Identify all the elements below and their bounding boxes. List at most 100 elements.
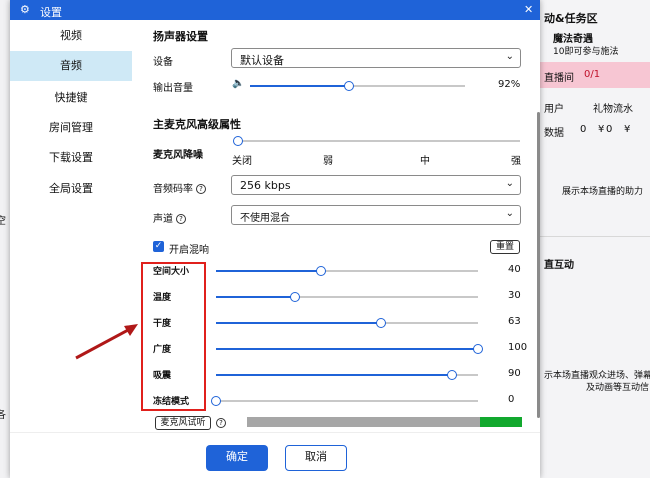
reverb-slider[interactable] [216,318,478,328]
channel-select[interactable]: 不使用混合 ⌄ [231,205,521,225]
bg-left-text: 空 [0,216,6,227]
bg-task-title: 动&任务区 [544,12,598,25]
reverb-slider[interactable] [216,292,478,302]
reverb-slider-value: 90 [508,368,521,379]
reverb-slider-thumb[interactable] [289,292,300,302]
reverb-slider-value: 100 [508,342,528,353]
reset-button[interactable]: 重置 [490,240,520,254]
noise-reduction-label: 麦克风降噪 [153,150,203,161]
bg-divider [540,236,650,237]
chevron-down-icon: ⌄ [505,178,514,189]
reverb-slider-thumb[interactable] [473,344,483,354]
reverb-slider-thumb[interactable] [376,318,387,328]
sidebar-item-shortcuts[interactable]: 快捷键 [10,83,132,113]
reverb-slider-thumb[interactable] [446,370,457,380]
reverb-slider[interactable] [211,396,478,406]
reverb-slider-value: 0 [508,394,515,405]
bg-data-val2: 0 [606,124,613,135]
gear-icon: ⚙ [20,3,30,16]
bg-interact-desc2: 及动画等互动信 [586,383,650,393]
settings-sidebar: 视频 音频 快捷键 房间管理 下载设置 全局设置 [10,20,132,430]
content-scrollbar[interactable] [537,112,540,418]
bg-assist-text: 展示本场直播的助力 [562,187,644,197]
reverb-slider-value: 40 [508,264,521,275]
reverb-slider[interactable] [216,370,478,380]
reverb-slider-fill [216,374,452,376]
reverb-checkbox[interactable]: ✓ [153,241,164,252]
device-select[interactable]: 默认设备 ⌄ [231,48,521,68]
bg-magic-title: 魔法奇遇 [553,34,593,45]
bg-magic-sub: 10即可参与施法 [553,47,619,57]
help-icon[interactable]: ? [216,418,226,428]
reverb-slider-value: 63 [508,316,521,327]
reverb-slider-fill [216,322,382,324]
bg-data-yen1: ¥ [598,124,605,135]
bg-pink-count: 0/1 [584,69,601,80]
bg-data-val1: 0 [580,124,587,135]
reverb-slider[interactable] [216,266,478,276]
output-volume-fill [250,85,349,87]
bg-data-yen2: ¥ [624,124,631,135]
reverb-slider-fill [216,348,478,350]
cancel-button[interactable]: 取消 [285,445,347,471]
mic-heading: 主麦克风高级属性 [153,118,241,131]
reverb-slider-thumb[interactable] [315,266,326,276]
close-icon[interactable]: ✕ [524,3,533,16]
output-volume-slider[interactable] [250,81,465,91]
noise-level-strong: 强 [511,156,521,167]
output-volume-value: 92% [498,79,521,90]
bitrate-select[interactable]: 256 kbps ⌄ [231,175,521,195]
channel-value: 不使用混合 [240,213,290,224]
bitrate-label-text: 音频码率 [153,184,193,195]
reverb-slider-thumb[interactable] [211,396,221,406]
sidebar-item-audio[interactable]: 音频 [10,51,132,81]
speaker-heading: 扬声器设置 [153,30,208,43]
reverb-slider-fill [216,270,321,272]
help-icon[interactable]: ? [196,184,206,194]
bg-user-tab: 用户 [544,104,564,115]
bg-left-text: 各 [0,410,6,421]
bg-gift-tab: 礼物流水 [593,104,633,115]
mic-level-meter [247,417,522,427]
noise-level-weak: 弱 [323,156,333,167]
chevron-down-icon: ⌄ [505,208,514,219]
background-app-left: 空 各 [0,0,10,478]
dialog-title: 设置 [40,6,62,19]
sidebar-item-video[interactable]: 视频 [10,21,132,51]
bitrate-value: 256 kbps [240,179,291,192]
output-volume-thumb[interactable] [344,81,354,91]
sidebar-item-download[interactable]: 下载设置 [10,143,132,173]
background-app-right: 动&任务区 魔法奇遇 10即可参与施法 直播间 0/1 用户 礼物流水 数据 0… [540,0,650,478]
dialog-footer [10,432,540,478]
ok-button[interactable]: 确定 [206,445,268,471]
bg-data-label: 数据 [544,128,564,139]
help-icon[interactable]: ? [176,214,186,224]
noise-level-medium: 中 [420,156,430,167]
sidebar-item-room-management[interactable]: 房间管理 [10,113,132,143]
mic-level-indicator [480,417,522,427]
reverb-slider[interactable] [216,344,483,354]
channel-label: 声道? [153,210,186,225]
bg-interact-title: 直互动 [544,260,574,271]
device-label: 设备 [153,57,173,68]
reverb-slider-value: 30 [508,290,521,301]
speaker-icon: 🔈 [232,78,245,89]
reverb-enable-label: 开启混响 [169,245,209,256]
reverb-slider-fill [216,296,295,298]
noise-reduction-slider[interactable] [233,136,520,146]
bitrate-label: 音频码率? [153,180,206,195]
annotation-arrow-icon [75,324,138,360]
channel-label-text: 声道 [153,214,173,225]
noise-level-off: 关闭 [232,156,252,167]
title-bar[interactable]: ⚙ 设置 ✕ [10,0,540,20]
chevron-down-icon: ⌄ [505,51,514,62]
output-volume-label: 输出音量 [153,83,193,94]
settings-dialog: ⚙ 设置 ✕ 视频 音频 快捷键 房间管理 下载设置 全局设置 扬声器设置 设备… [10,0,540,478]
sidebar-item-global[interactable]: 全局设置 [10,174,132,204]
bg-pink-label: 直播间 [544,73,574,84]
annotation-highlight-box [141,262,206,411]
noise-reduction-thumb[interactable] [233,136,243,146]
bg-pink-row: 直播间 0/1 [540,62,650,88]
device-value: 默认设备 [240,54,284,67]
mic-test-button[interactable]: 麦克风试听 [155,416,211,430]
